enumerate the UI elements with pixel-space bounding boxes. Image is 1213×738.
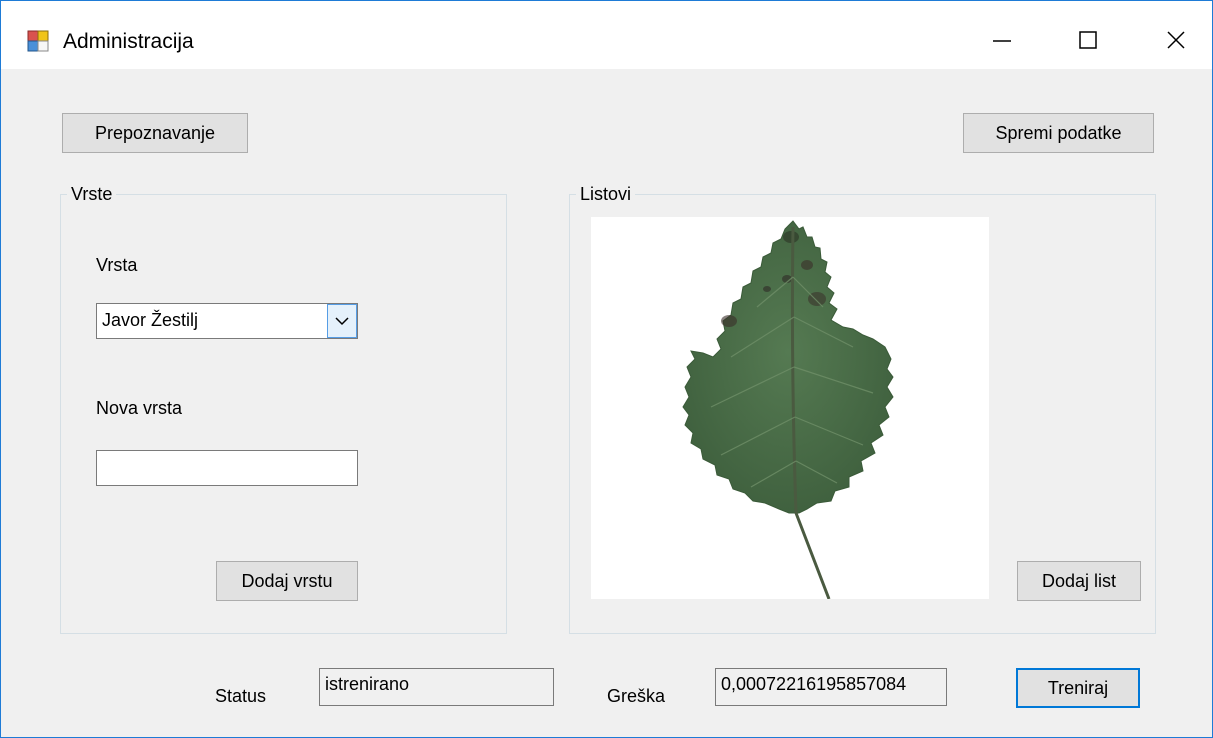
title-bar[interactable]: Administracija xyxy=(1,1,1212,69)
close-button[interactable] xyxy=(1141,15,1211,65)
close-icon xyxy=(1167,31,1185,49)
app-icon xyxy=(27,30,49,52)
species-dropdown-toggle[interactable] xyxy=(327,304,357,338)
status-label: Status xyxy=(215,686,267,706)
species-label: Vrsta xyxy=(96,255,138,275)
error-field[interactable]: 0,00072216195857084 xyxy=(715,668,947,706)
leaf-image xyxy=(591,217,989,600)
add-species-button[interactable]: Dodaj vrstu xyxy=(216,561,358,601)
status-field[interactable]: istrenirano xyxy=(319,668,554,706)
add-leaf-button[interactable]: Dodaj list xyxy=(1017,561,1141,601)
new-species-input[interactable] xyxy=(96,450,358,486)
leaves-group-legend: Listovi xyxy=(576,183,636,205)
maple-leaf-image xyxy=(682,220,894,600)
species-dropdown[interactable]: Javor Žestilj xyxy=(96,303,358,339)
species-dropdown-value: Javor Žestilj xyxy=(102,310,199,330)
error-label: Greška xyxy=(607,686,666,706)
chevron-down-icon xyxy=(335,317,349,326)
minimize-icon xyxy=(993,40,1011,42)
minimize-button[interactable] xyxy=(967,15,1037,65)
window-title: Administracija xyxy=(63,30,194,53)
train-button[interactable]: Treniraj xyxy=(1016,668,1140,708)
new-species-label: Nova vrsta xyxy=(96,398,183,418)
maximize-button[interactable] xyxy=(1053,15,1123,65)
species-group-legend: Vrste xyxy=(67,183,117,205)
save-data-button[interactable]: Spremi podatke xyxy=(963,113,1154,153)
main-window: Administracija Prepoznavanje Spremi poda… xyxy=(0,0,1213,738)
maximize-icon xyxy=(1079,31,1097,49)
recognize-button[interactable]: Prepoznavanje xyxy=(62,113,248,153)
